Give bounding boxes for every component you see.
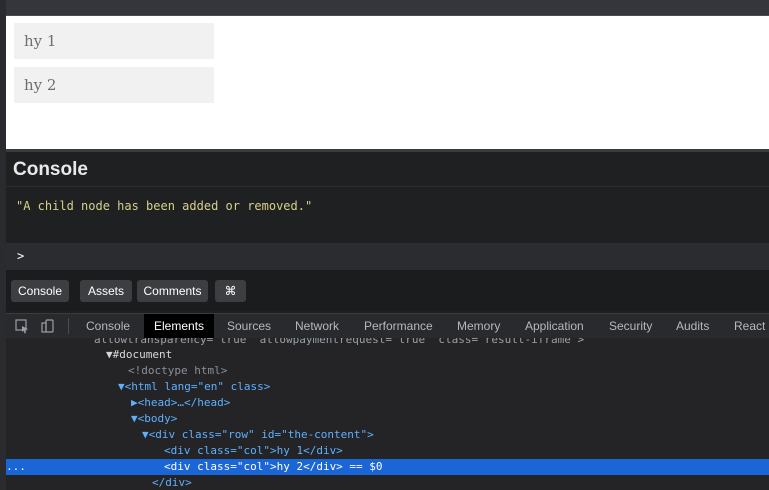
bottom-button-bar: Console Assets Comments ⌘ xyxy=(6,270,769,311)
console-log-message: "A child node has been added or removed.… xyxy=(16,199,313,213)
tab-security[interactable]: Security xyxy=(609,314,652,338)
tab-performance[interactable]: Performance xyxy=(364,314,433,338)
preview-col-2: hy 2 xyxy=(14,67,214,103)
tab-elements[interactable]: Elements xyxy=(144,314,215,338)
tree-node-doctype[interactable]: <!doctype html> xyxy=(6,363,769,379)
elements-tree-panel: allowtransparency="true" allowpaymentreq… xyxy=(6,338,769,490)
tree-text: ▶<head>…</head> xyxy=(131,396,231,409)
tree-node-div-row[interactable]: ▼<div class="row" id="the-content"> xyxy=(6,427,769,443)
tree-text: <div class="col">hy 2</div> == $0 xyxy=(164,460,383,473)
tab-console[interactable]: Console xyxy=(86,314,130,338)
console-prompt: > xyxy=(17,249,25,263)
tree-text: ▼#document xyxy=(106,348,173,361)
top-toolbar-strip xyxy=(6,0,769,16)
console-panel: Console "A child node has been added or … xyxy=(6,152,769,270)
tree-node-div-close[interactable]: </div> xyxy=(6,475,769,490)
tree-node-html[interactable]: ▼<html lang="en" class> xyxy=(6,379,769,395)
tab-network[interactable]: Network xyxy=(295,314,339,338)
devtools-tab-bar: Console Elements Sources Network Perform… xyxy=(6,313,769,339)
command-button[interactable]: ⌘ xyxy=(215,280,246,302)
assets-button[interactable]: Assets xyxy=(80,280,132,302)
tab-sources[interactable]: Sources xyxy=(227,314,271,338)
console-button[interactable]: Console xyxy=(11,280,69,302)
tree-node-body[interactable]: ▼<body> xyxy=(6,411,769,427)
tree-text: </div> xyxy=(152,476,192,489)
tree-text: <div class="col">hy 1</div> xyxy=(164,444,343,457)
tab-react[interactable]: React xyxy=(734,314,765,338)
comments-button[interactable]: Comments xyxy=(137,280,208,302)
tree-text: <!doctype html> xyxy=(128,364,228,377)
tree-node-document[interactable]: ▼#document xyxy=(6,347,769,363)
console-separator xyxy=(6,186,769,187)
console-input[interactable]: > xyxy=(6,243,769,270)
tree-node-col-1[interactable]: <div class="col">hy 1</div> xyxy=(6,443,769,459)
tab-audits[interactable]: Audits xyxy=(676,314,709,338)
more-options-icon[interactable]: ... xyxy=(6,459,26,475)
preview-col-1: hy 1 xyxy=(14,23,214,59)
tree-text: ▼<body> xyxy=(131,412,178,425)
tab-memory[interactable]: Memory xyxy=(457,314,500,338)
tree-text: ▼<html lang="en" class> xyxy=(118,380,271,393)
inspect-element-icon[interactable] xyxy=(14,318,30,334)
result-preview: hy 1 hy 2 xyxy=(6,16,769,149)
console-title: Console xyxy=(13,159,88,180)
tree-text: ▼<div class="row" id="the-content"> xyxy=(142,428,374,441)
tab-application[interactable]: Application xyxy=(525,314,584,338)
device-toolbar-icon[interactable] xyxy=(40,318,56,334)
tree-node-col-2-selected[interactable]: ... <div class="col">hy 2</div> == $0 xyxy=(6,459,769,475)
toolbar-divider xyxy=(68,318,69,334)
tree-node-head[interactable]: ▶<head>…</head> xyxy=(6,395,769,411)
